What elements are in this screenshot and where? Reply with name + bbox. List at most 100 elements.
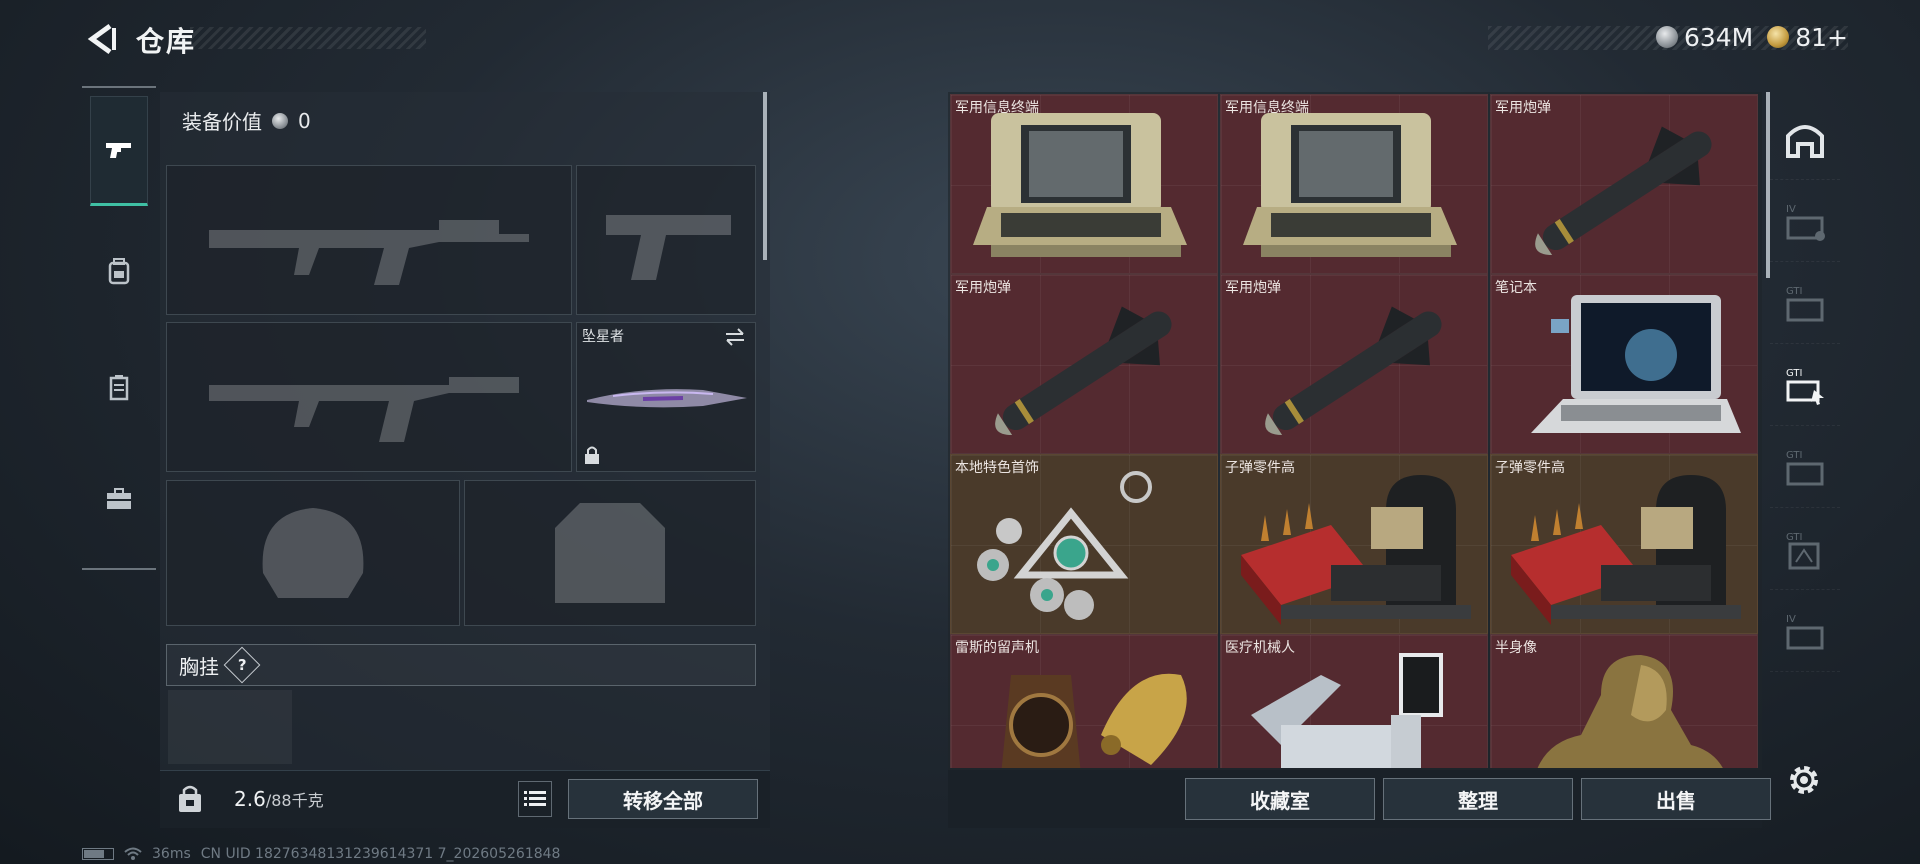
storage-bottom-bar: 收藏室 整理 出售	[948, 770, 1771, 828]
item-name: 雷斯的留声机	[955, 640, 1039, 656]
backpack-icon	[108, 258, 130, 285]
helmet-slot[interactable]	[166, 480, 460, 626]
gold-coin-icon	[1767, 26, 1790, 48]
chest-rig-slot[interactable]	[168, 690, 292, 764]
equipment-value-amount: 0	[298, 108, 311, 133]
silver-amount: 634M	[1683, 22, 1754, 52]
missile-icon	[995, 306, 1172, 436]
svg-text:GTI: GTI	[1786, 286, 1802, 297]
equipment-value: 装备价值 0	[182, 106, 311, 135]
item-name: 军用炮弹	[955, 280, 1011, 296]
collection-room-button[interactable]: 收藏室	[1185, 778, 1375, 820]
item-name: 军用信息终端	[955, 100, 1039, 116]
page-title: 仓库	[136, 25, 197, 58]
loadout-panel: 装备价值 0 坠星者 胸挂 ?	[160, 92, 770, 828]
svg-text:GTI: GTI	[1786, 450, 1802, 461]
back-arrow-icon	[87, 23, 116, 55]
storage-box-icon: GTI	[1786, 450, 1824, 485]
bag-weight-icon	[179, 785, 201, 812]
tab-storage-4[interactable]: IV	[1770, 182, 1840, 262]
svg-text:IV: IV	[1786, 614, 1796, 625]
swap-icon[interactable]	[723, 327, 747, 347]
storage-item[interactable]: 军用炮弹	[1220, 274, 1488, 454]
settings-gear-icon[interactable]	[1786, 762, 1822, 798]
tab-toolbox[interactable]	[90, 444, 148, 554]
body-armor-slot[interactable]	[464, 480, 756, 626]
back-button[interactable]	[80, 20, 122, 58]
item-name: 笔记本	[1495, 280, 1537, 296]
storage-box-icon: IV	[1786, 614, 1824, 649]
gold-amount: 81+	[1795, 22, 1848, 52]
storage-item[interactable]: 军用信息终端	[950, 94, 1218, 274]
storage-item[interactable]: 军用信息终端	[1220, 94, 1488, 274]
chest-rig-label: 胸挂	[179, 654, 219, 679]
tab-backpack[interactable]	[90, 216, 148, 326]
carry-weight: 2.6/88千克	[234, 787, 324, 811]
title-decoration	[190, 27, 426, 49]
storage-item[interactable]: 笔记本	[1490, 274, 1758, 454]
organize-button[interactable]: 整理	[1383, 778, 1573, 820]
list-icon	[524, 791, 546, 806]
vest-icon	[109, 375, 129, 401]
storage-item[interactable]: 军用炮弹	[950, 274, 1218, 454]
item-name: 军用信息终端	[1225, 100, 1309, 116]
tab-storage-3[interactable]: GTI	[1770, 264, 1840, 344]
top-bar: 仓库 634M 81+	[0, 0, 1920, 80]
storage-box-icon: GTI	[1786, 286, 1824, 321]
tab-storage-2[interactable]: GTI	[1770, 428, 1840, 508]
help-button[interactable]: ?	[223, 646, 261, 684]
pistol-icon	[106, 143, 131, 158]
ammo-parts-tray-icon	[1511, 475, 1741, 625]
tab-storage-active[interactable]: GTI	[1770, 346, 1840, 426]
item-name: 本地特色首饰	[955, 460, 1039, 476]
missile-icon	[1535, 126, 1712, 256]
tab-weapons[interactable]	[90, 96, 148, 206]
lock-icon	[585, 446, 599, 464]
rifle-silhouette-icon	[209, 220, 529, 285]
karambit-knife-icon	[587, 389, 747, 408]
storage-item[interactable]: 雷斯的留声机	[950, 634, 1218, 768]
storage-item[interactable]: 子弹零件高	[1220, 454, 1488, 634]
equipment-value-label: 装备价值	[182, 110, 262, 134]
tab-chest-rig[interactable]	[90, 332, 148, 442]
tab-storage-1[interactable]: GTI	[1770, 510, 1840, 590]
ping-value: 36ms	[152, 846, 191, 862]
armor-silhouette-icon	[555, 503, 665, 603]
item-name: 医疗机械人	[1225, 640, 1295, 656]
chest-rig-header: 胸挂 ?	[166, 644, 756, 686]
rugged-laptop-icon	[1531, 295, 1741, 433]
silver-coin-icon	[1655, 26, 1678, 48]
sidearm-slot[interactable]	[576, 165, 756, 315]
loadout-category-tabs	[82, 86, 156, 570]
loadout-scrollbar[interactable]	[763, 92, 767, 260]
pistol-silhouette-icon	[606, 215, 731, 280]
storage-category-tabs: IV GTI GTI GTI GTI IV	[1770, 100, 1840, 740]
tab-storage-home[interactable]	[1770, 100, 1840, 180]
item-name: 军用炮弹	[1495, 100, 1551, 116]
carry-weight-current: 2.6	[234, 787, 266, 811]
storage-item[interactable]: 医疗机械人	[1220, 634, 1488, 768]
primary-weapon-slot[interactable]	[166, 165, 572, 315]
secondary-weapon-slot[interactable]	[166, 322, 572, 472]
tab-storage-5[interactable]: IV	[1770, 592, 1840, 672]
briefcase-icon	[107, 488, 131, 509]
gold-currency[interactable]: 81+	[1767, 23, 1848, 52]
storage-item[interactable]: 子弹零件高	[1490, 454, 1758, 634]
sell-button[interactable]: 出售	[1581, 778, 1771, 820]
melee-weapon-slot[interactable]: 坠星者	[576, 322, 756, 472]
wifi-icon	[124, 847, 142, 860]
storage-box-icon: GTI	[1786, 532, 1820, 569]
jewelry-keychain-icon	[977, 471, 1152, 620]
storage-box-selected-icon: GTI	[1786, 368, 1824, 405]
list-view-button[interactable]	[518, 781, 552, 817]
transfer-all-button[interactable]: 转移全部	[568, 779, 758, 819]
melee-item-name: 坠星者	[582, 329, 624, 345]
item-name: 军用炮弹	[1225, 280, 1281, 296]
user-uid: CN UID 18276348131239614371 7_2026052618…	[200, 846, 561, 862]
storage-item[interactable]: 半身像	[1490, 634, 1758, 768]
storage-item[interactable]: 军用炮弹	[1490, 94, 1758, 274]
storage-item[interactable]: 本地特色首饰	[950, 454, 1218, 634]
help-mark: ?	[237, 655, 247, 674]
svg-text:IV: IV	[1786, 204, 1796, 215]
silver-coin-icon	[272, 112, 288, 129]
